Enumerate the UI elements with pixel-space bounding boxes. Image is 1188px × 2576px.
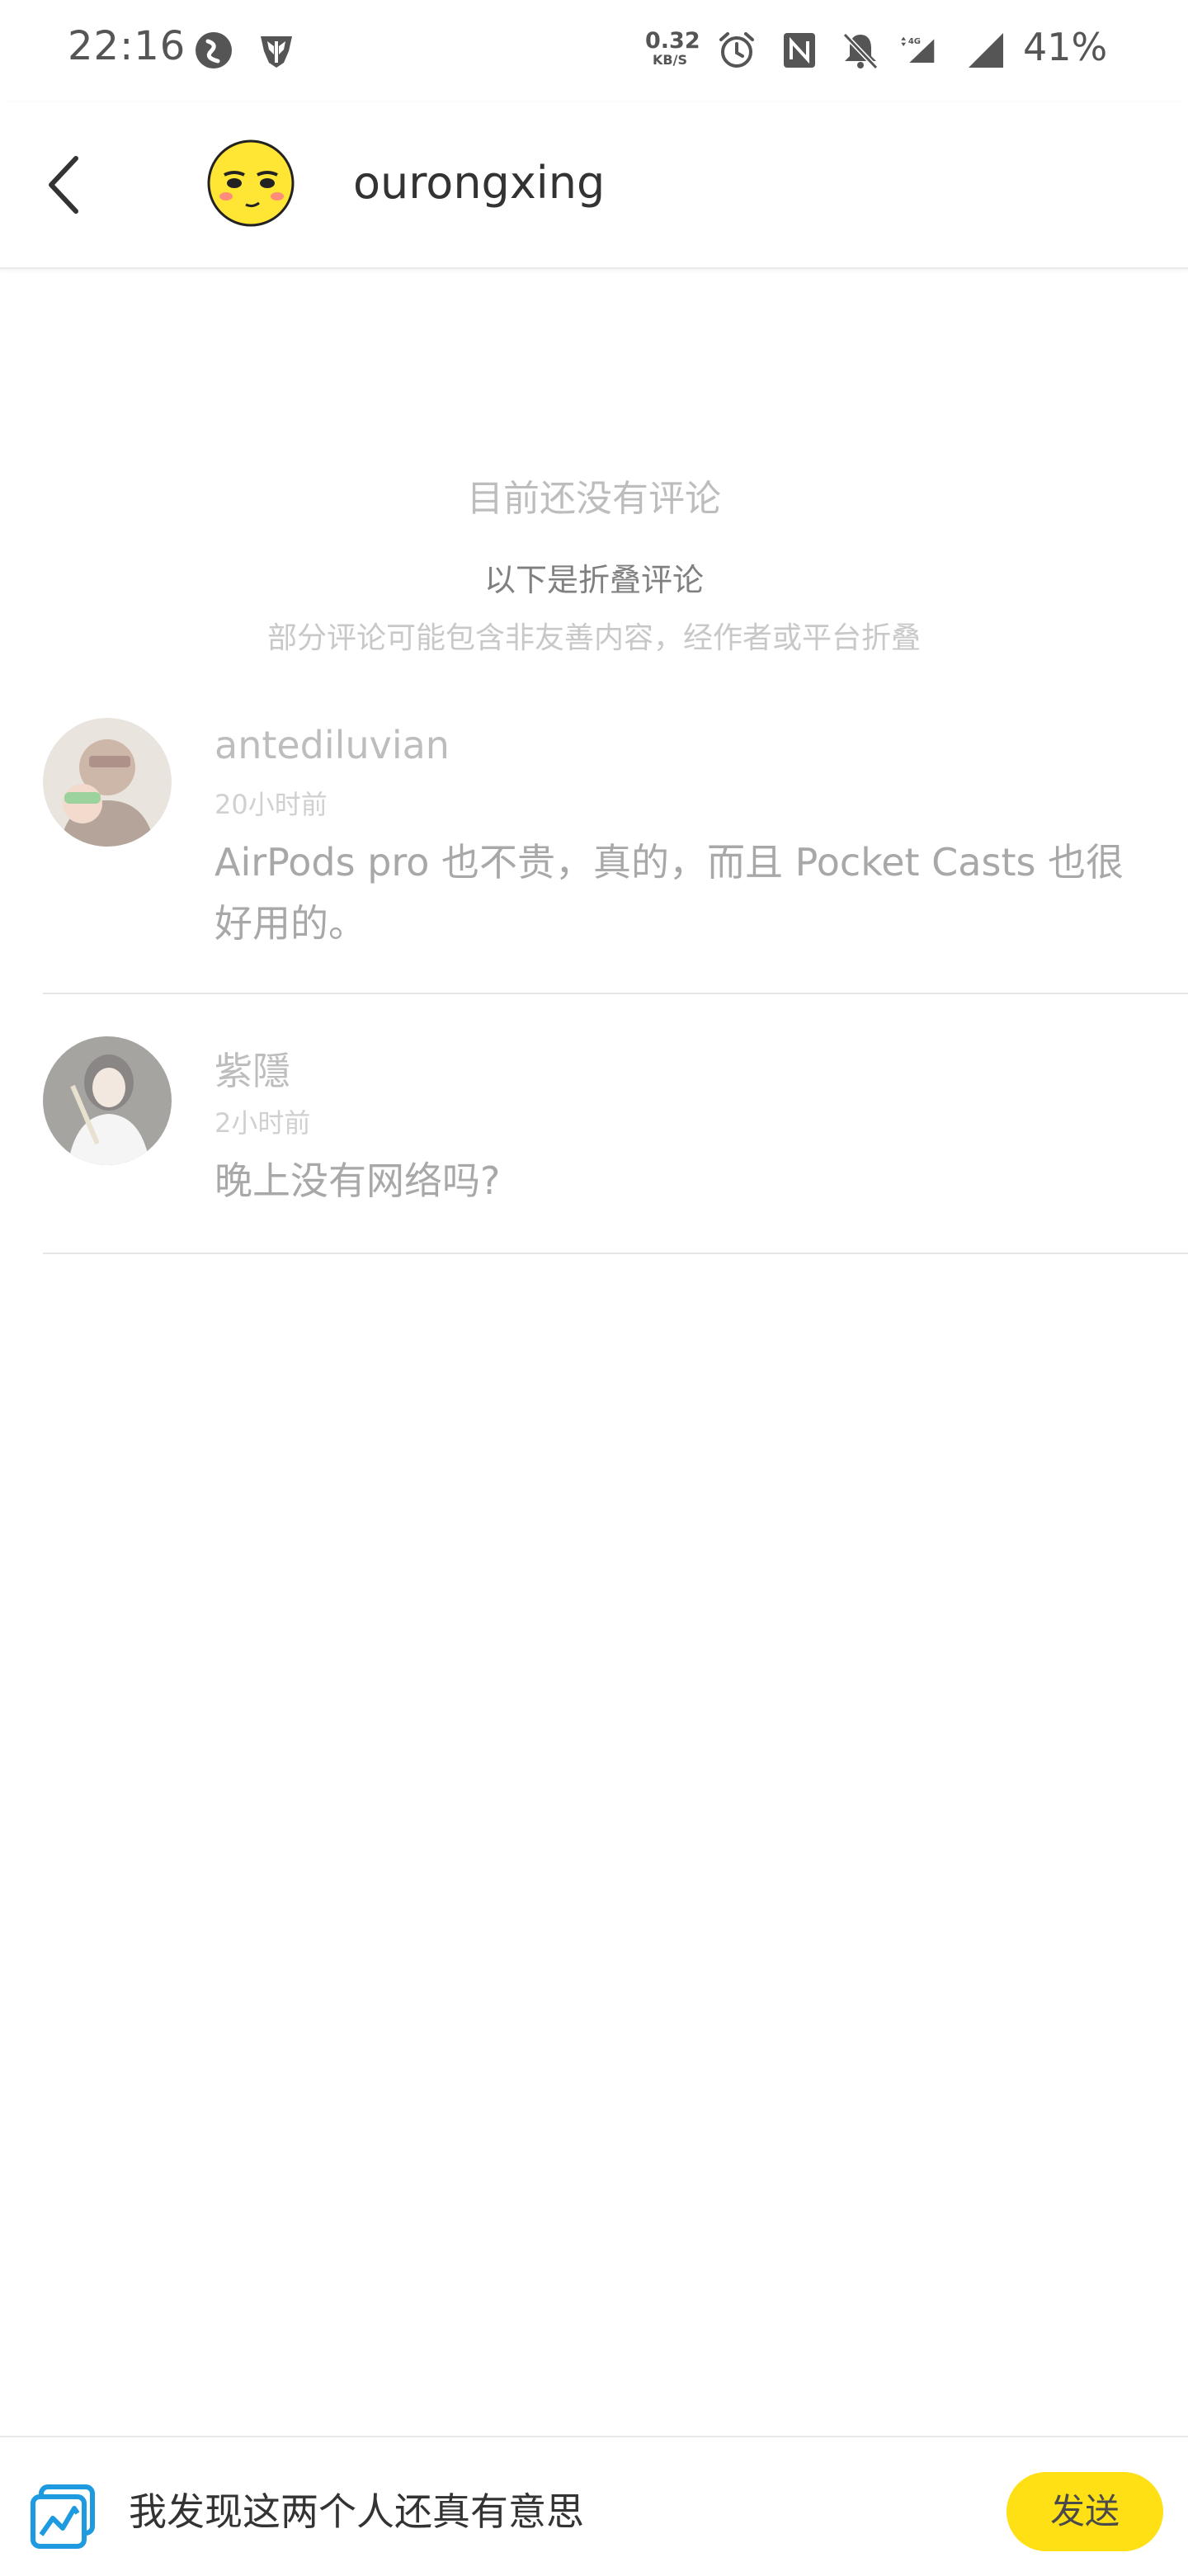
back-button[interactable] <box>33 144 99 226</box>
avatar[interactable] <box>43 718 172 847</box>
folded-comments-title: 以下是折叠评论 <box>483 562 704 598</box>
svg-text:4G: 4G <box>908 37 921 46</box>
empty-comments-notice: 目前还没有评论 <box>467 478 721 520</box>
battery-level: 41% <box>1023 25 1108 69</box>
avatar[interactable] <box>206 139 295 228</box>
comment-time: 2小时前 <box>214 1107 311 1139</box>
comment-input-bar: 我发现这两个人还真有意思 发送 <box>0 2436 1188 2576</box>
avatar[interactable] <box>43 1036 172 1165</box>
divider <box>43 1253 1188 1254</box>
signal-icon <box>969 33 1003 68</box>
folded-comments-description: 部分评论可能包含非友善内容，经作者或平台折叠 <box>266 621 921 655</box>
comment-item[interactable]: 紫隱 2小时前 晚上没有网络吗? <box>0 1036 1188 1218</box>
page-title: ourongxing <box>353 157 606 209</box>
net-speed: 0.32 KB/S <box>645 28 700 68</box>
alarm-icon <box>719 32 754 68</box>
nfc-icon <box>784 33 815 68</box>
image-icon[interactable] <box>30 2484 96 2550</box>
comment-item[interactable]: antediluvian 20小时前 AirPods pro 也不贵，真的，而且… <box>0 718 1188 965</box>
soul-app-icon <box>196 32 232 68</box>
status-bar: 22:16 0.32 KB/S 4G 41% <box>0 0 1188 102</box>
comment-input[interactable]: 我发现这两个人还真有意思 <box>129 2482 584 2536</box>
header: ourongxing <box>0 102 1188 269</box>
comment-content: 晚上没有网络吗? <box>214 1158 501 1203</box>
status-time: 22:16 <box>68 23 186 69</box>
back-arrow-icon <box>49 156 78 214</box>
send-button[interactable]: 发送 <box>1006 2472 1163 2551</box>
transformers-icon <box>261 36 292 68</box>
mute-icon <box>842 32 879 70</box>
signal-icon: 4G <box>901 36 935 63</box>
comment-time: 20小时前 <box>214 789 328 820</box>
comment-content: AirPods pro 也不贵，真的，而且 Pocket Casts 也很好用的… <box>214 840 1124 946</box>
comment-author[interactable]: 紫隱 <box>214 1041 290 1096</box>
comment-author[interactable]: antediluvian <box>214 723 450 767</box>
divider <box>43 993 1188 994</box>
